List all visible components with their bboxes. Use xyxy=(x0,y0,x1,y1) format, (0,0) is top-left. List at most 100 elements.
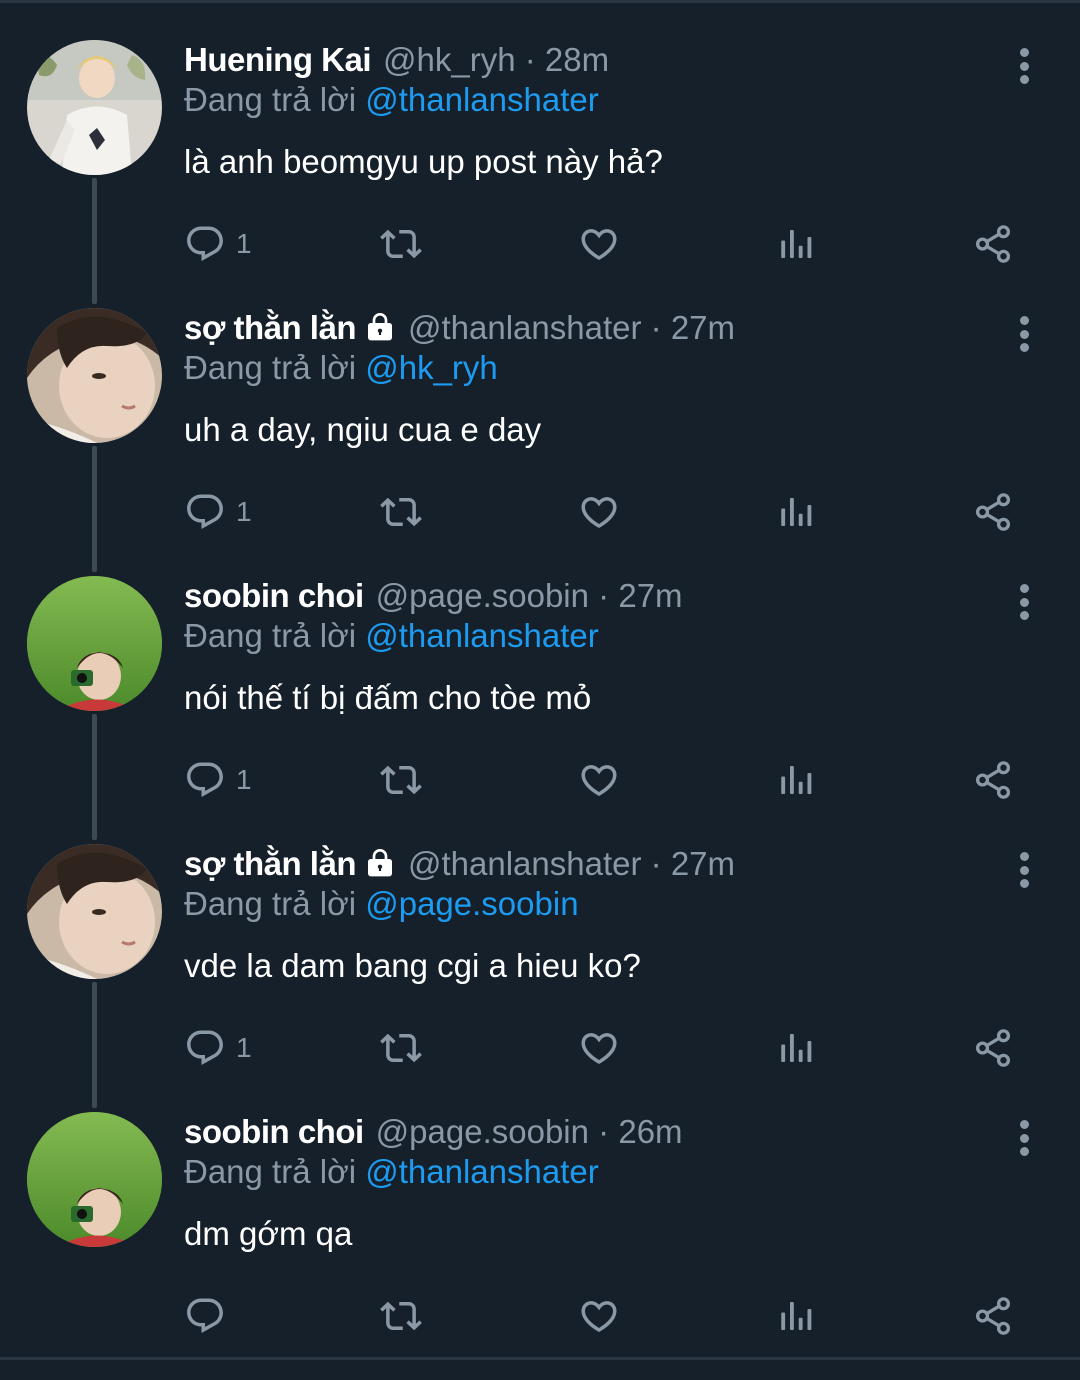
more-vertical-icon xyxy=(1019,1120,1029,1129)
tweet-header: Huening Kai @hk_ryh · 28m xyxy=(184,40,1004,80)
replying-to-mention[interactable]: @thanlanshater xyxy=(365,81,598,118)
avatar[interactable] xyxy=(27,308,162,443)
stats-icon xyxy=(781,498,812,526)
display-name[interactable]: Huening Kai xyxy=(184,41,372,78)
share-button[interactable] xyxy=(972,1294,1014,1338)
replying-to-mention[interactable]: @thanlanshater xyxy=(365,617,598,654)
replying-to-mention[interactable]: @thanlanshater xyxy=(365,1153,598,1190)
like-button[interactable] xyxy=(578,1294,620,1338)
separator-dot: · xyxy=(650,845,662,882)
reply-button[interactable]: 1 xyxy=(184,490,252,534)
like-button[interactable] xyxy=(578,758,620,802)
retweet-button[interactable] xyxy=(380,222,422,266)
more-options-button[interactable] xyxy=(1012,584,1036,620)
tweet-time[interactable]: 26m xyxy=(618,1113,682,1150)
tweet-text: là anh beomgyu up post này hả? xyxy=(184,143,663,180)
reply-count: 1 xyxy=(236,228,252,259)
more-vertical-icon xyxy=(1019,316,1029,325)
user-handle[interactable]: @hk_ryh xyxy=(383,41,516,78)
tweet[interactable]: soobin choi @page.soobin · 27m Đang trả l… xyxy=(0,576,1080,844)
retweet-button[interactable] xyxy=(380,490,422,534)
more-options-button[interactable] xyxy=(1012,852,1036,888)
share-button[interactable] xyxy=(972,758,1014,802)
view-stats-button[interactable] xyxy=(776,758,818,802)
share-button[interactable] xyxy=(972,490,1014,534)
reply-count: 1 xyxy=(236,764,252,795)
user-handle[interactable]: @thanlanshater xyxy=(408,845,641,882)
stats-icon xyxy=(781,1302,812,1330)
retweet-button[interactable] xyxy=(380,758,422,802)
tweet-time[interactable]: 28m xyxy=(545,41,609,78)
tweet-time[interactable]: 27m xyxy=(618,577,682,614)
replying-to-mention[interactable]: @page.soobin xyxy=(365,885,578,922)
share-button[interactable] xyxy=(972,222,1014,266)
retweet-icon xyxy=(380,497,422,527)
user-handle[interactable]: @page.soobin xyxy=(376,1113,589,1150)
like-button[interactable] xyxy=(578,490,620,534)
view-stats-button[interactable] xyxy=(776,222,818,266)
user-handle[interactable]: @page.soobin xyxy=(376,577,589,614)
separator-dot: · xyxy=(598,1113,610,1150)
lock-icon xyxy=(368,313,392,341)
reply-button[interactable]: 1 xyxy=(184,758,252,802)
view-stats-button[interactable] xyxy=(776,1026,818,1070)
replying-to-label: Đang trả lời xyxy=(184,349,357,386)
tweet-time[interactable]: 27m xyxy=(671,845,735,882)
tweet-actions: 1 xyxy=(184,222,1024,266)
heart-icon xyxy=(581,497,617,529)
tweet[interactable]: soobin choi @page.soobin · 26m Đang trả l… xyxy=(0,1112,1080,1380)
avatar[interactable] xyxy=(27,1112,162,1247)
heart-icon xyxy=(581,765,617,797)
separator-dot: · xyxy=(650,309,662,346)
replying-to-line: Đang trả lời @thanlanshater xyxy=(184,616,1004,656)
view-stats-button[interactable] xyxy=(776,490,818,534)
user-handle[interactable]: @thanlanshater xyxy=(408,309,641,346)
replying-to-line: Đang trả lời @page.soobin xyxy=(184,884,1004,924)
separator-dot: · xyxy=(524,41,536,78)
reply-count: 1 xyxy=(236,496,252,527)
avatar[interactable] xyxy=(27,844,162,979)
replying-to-mention[interactable]: @hk_ryh xyxy=(365,349,498,386)
display-name[interactable]: sợ thằn lằn xyxy=(184,845,357,882)
more-options-button[interactable] xyxy=(1012,316,1036,352)
tweet-header: sợ thằn lằn @thanlanshater · 27m xyxy=(184,308,1004,348)
more-vertical-icon xyxy=(1019,584,1029,593)
reply-icon xyxy=(187,1298,223,1333)
tweet-time[interactable]: 27m xyxy=(671,309,735,346)
share-icon xyxy=(975,225,1011,263)
share-button[interactable] xyxy=(972,1026,1014,1070)
tweet-header: soobin choi @page.soobin · 27m xyxy=(184,576,1004,616)
share-icon xyxy=(975,761,1011,799)
display-name[interactable]: sợ thằn lằn xyxy=(184,309,357,346)
retweet-button[interactable] xyxy=(380,1026,422,1070)
retweet-button[interactable] xyxy=(380,1294,422,1338)
heart-icon xyxy=(581,229,617,261)
tweet-content: sợ thằn lằn @thanlanshater · 27m Đang trả… xyxy=(184,844,1004,986)
more-options-button[interactable] xyxy=(1012,48,1036,84)
tweet-text: uh a day, ngiu cua e day xyxy=(184,411,542,448)
reply-button[interactable] xyxy=(184,1294,236,1338)
reply-button[interactable]: 1 xyxy=(184,222,252,266)
display-name[interactable]: soobin choi xyxy=(184,577,364,614)
reply-icon xyxy=(187,226,223,261)
view-stats-button[interactable] xyxy=(776,1294,818,1338)
tweet-content: Huening Kai @hk_ryh · 28m Đang trả lời @t… xyxy=(184,40,1004,182)
reply-button[interactable]: 1 xyxy=(184,1026,252,1070)
top-divider xyxy=(0,0,1080,3)
like-button[interactable] xyxy=(578,1026,620,1070)
display-name[interactable]: soobin choi xyxy=(184,1113,364,1150)
tweet[interactable]: Huening Kai @hk_ryh · 28m Đang trả lời @t… xyxy=(0,40,1080,308)
avatar[interactable] xyxy=(27,576,162,711)
like-button[interactable] xyxy=(578,222,620,266)
replying-to-line: Đang trả lời @thanlanshater xyxy=(184,1152,1004,1192)
retweet-icon xyxy=(380,1301,422,1331)
retweet-icon xyxy=(380,765,422,795)
replying-to-label: Đang trả lời xyxy=(184,617,357,654)
tweet-content: sợ thằn lằn @thanlanshater · 27m Đang trả… xyxy=(184,308,1004,450)
tweet[interactable]: sợ thằn lằn @thanlanshater · 27m Đang trả… xyxy=(0,308,1080,576)
tweet[interactable]: sợ thằn lằn @thanlanshater · 27m Đang trả… xyxy=(0,844,1080,1112)
avatar[interactable] xyxy=(27,40,162,175)
more-options-button[interactable] xyxy=(1012,1120,1036,1156)
replying-to-line: Đang trả lời @hk_ryh xyxy=(184,348,1004,388)
bottom-divider xyxy=(0,1357,1080,1360)
